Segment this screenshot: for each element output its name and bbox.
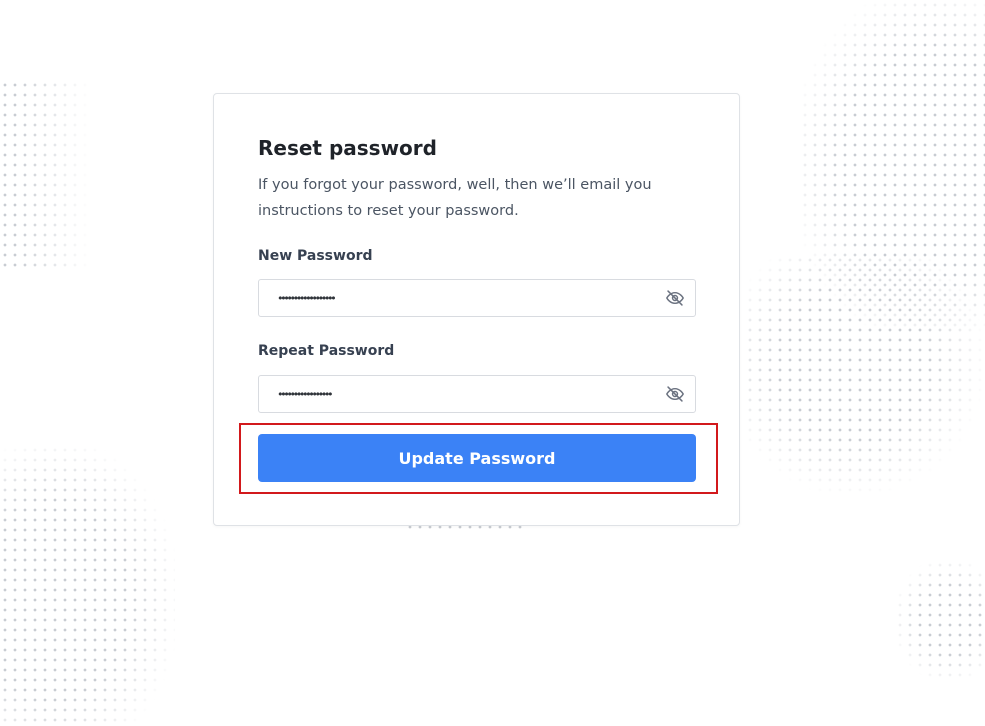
update-password-button[interactable]: Update Password bbox=[258, 434, 696, 482]
background-dot-pattern bbox=[745, 255, 985, 495]
background-dot-pattern bbox=[895, 560, 985, 680]
background-dot-pattern bbox=[0, 445, 175, 726]
repeat-password-label: Repeat Password bbox=[258, 343, 395, 359]
new-password-label: New Password bbox=[258, 248, 373, 264]
eye-off-icon[interactable] bbox=[665, 289, 685, 307]
new-password-input[interactable] bbox=[259, 280, 654, 316]
background-dot-pattern bbox=[800, 0, 985, 330]
new-password-field-wrapper bbox=[258, 279, 696, 317]
page-subtitle: If you forgot your password, well, then … bbox=[258, 177, 652, 219]
eye-off-icon[interactable] bbox=[665, 385, 685, 403]
repeat-password-field-wrapper bbox=[258, 375, 696, 413]
page-title: Reset password bbox=[258, 136, 437, 160]
reset-password-page: Reset password If you forgot your passwo… bbox=[0, 0, 985, 726]
repeat-password-input[interactable] bbox=[259, 376, 654, 412]
background-dot-pattern bbox=[0, 80, 90, 270]
